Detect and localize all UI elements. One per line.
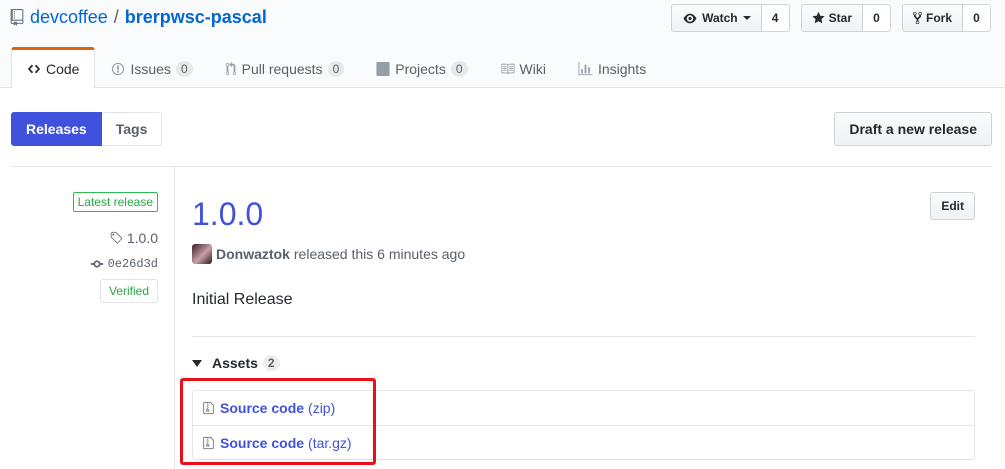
tab-projects-label: Projects	[395, 61, 446, 77]
tab-wiki-label: Wiki	[519, 61, 546, 77]
tab-pull-requests[interactable]: Pull requests 0	[209, 47, 361, 89]
fork-group: Fork 0	[901, 4, 991, 32]
git-pull-request-icon	[225, 62, 236, 76]
watch-count[interactable]: 4	[761, 4, 790, 32]
tab-code[interactable]: Code	[11, 47, 96, 89]
release-tag-label: 1.0.0	[126, 230, 158, 246]
pagehead-actions: Watch 4 Star 0 Fork 0	[660, 4, 991, 32]
repo-icon	[10, 9, 24, 26]
tab-wiki[interactable]: Wiki	[484, 47, 562, 89]
fork-icon	[913, 11, 922, 25]
project-icon	[376, 62, 390, 76]
issues-counter: 0	[175, 60, 193, 78]
releases-tab[interactable]: Releases	[11, 112, 102, 146]
projects-counter: 0	[450, 60, 468, 78]
verified-badge[interactable]: Verified	[99, 279, 158, 303]
release-commit-link[interactable]: 0e26d3d	[90, 257, 158, 271]
watch-button[interactable]: Watch	[671, 4, 762, 32]
watch-group: Watch 4	[671, 4, 790, 32]
tab-insights[interactable]: Insights	[562, 47, 662, 89]
release-title[interactable]: 1.0.0	[192, 196, 263, 233]
book-icon	[500, 63, 515, 75]
tab-issues[interactable]: Issues 0	[95, 47, 208, 89]
triangle-down-icon	[192, 359, 202, 367]
git-commit-icon	[90, 260, 103, 268]
assets-divider	[192, 336, 975, 337]
release-author-link[interactable]: Donwaztok	[216, 246, 290, 262]
star-count[interactable]: 0	[862, 4, 891, 32]
avatar[interactable]	[192, 244, 212, 264]
tab-projects[interactable]: Projects 0	[360, 47, 483, 89]
fork-count[interactable]: 0	[963, 4, 991, 32]
assets-counter: 2	[262, 355, 280, 372]
star-button[interactable]: Star	[800, 4, 863, 32]
repo-name-link[interactable]: brerpwsc-pascal	[125, 7, 267, 28]
release-time-text: released this 6 minutes ago	[293, 246, 466, 262]
release-tag-link[interactable]: 1.0.0	[109, 230, 158, 246]
release-description: Initial Release	[192, 291, 293, 308]
repo-title: devcoffee / brerpwsc-pascal	[10, 7, 267, 28]
repo-separator: /	[113, 7, 119, 27]
latest-release-badge: Latest release	[72, 192, 158, 212]
issue-opened-icon	[112, 62, 125, 76]
tab-pull-requests-label: Pull requests	[241, 61, 323, 77]
star-group: Star 0	[800, 4, 891, 32]
watch-label: Watch	[702, 11, 738, 25]
repo-header: devcoffee / brerpwsc-pascal Watch 4 Star…	[0, 0, 1005, 89]
fork-button[interactable]: Fork	[901, 4, 963, 32]
release-byline: Donwaztok released this 6 minutes ago	[192, 244, 465, 264]
tags-tab[interactable]: Tags	[101, 112, 163, 146]
tab-issues-label: Issues	[130, 61, 171, 77]
assets-label: Assets	[212, 355, 258, 372]
pull-requests-counter: 0	[327, 60, 345, 78]
code-icon	[27, 64, 41, 74]
assets-toggle[interactable]: Assets 2	[192, 355, 280, 372]
fork-label: Fork	[925, 11, 952, 25]
draft-release-button[interactable]: Draft a new release	[834, 112, 992, 146]
graph-icon	[578, 62, 593, 76]
repo-owner-link[interactable]: devcoffee	[30, 7, 108, 28]
edit-release-button[interactable]: Edit	[930, 192, 975, 220]
chevron-down-icon	[742, 16, 751, 20]
tag-icon	[110, 231, 123, 244]
release-meta: Latest release 1.0.0 0e26d3d Verified	[11, 167, 175, 469]
tab-code-label: Code	[46, 61, 80, 77]
assets-highlight-box	[180, 378, 376, 465]
release-commit-sha: 0e26d3d	[107, 257, 158, 271]
star-label: Star	[828, 11, 852, 25]
repo-nav: Code Issues 0 Pull requests 0 Projects 0…	[11, 47, 662, 89]
releases-subnav: Releases Tags	[11, 112, 163, 146]
tab-insights-label: Insights	[597, 61, 647, 77]
eye-icon	[683, 13, 697, 23]
star-icon	[812, 11, 825, 24]
